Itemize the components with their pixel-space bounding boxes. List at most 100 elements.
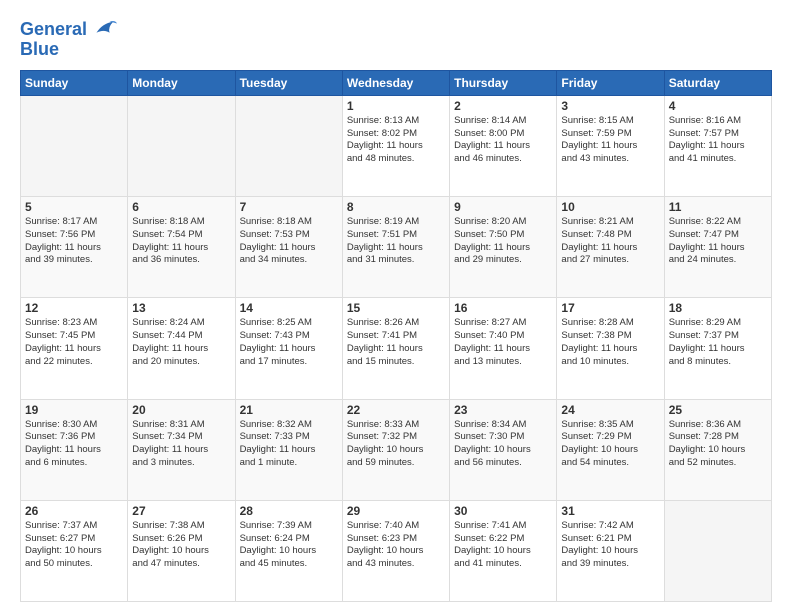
day-info: Sunrise: 8:27 AM Sunset: 7:40 PM Dayligh… xyxy=(454,317,552,368)
day-number: 28 xyxy=(240,504,338,518)
day-cell: 10 Sunrise: 8:21 AM Sunset: 7:48 PM Dayli… xyxy=(557,197,664,298)
day-cell: 7 Sunrise: 8:18 AM Sunset: 7:53 PM Daylig… xyxy=(235,197,342,298)
week-row-5: 26 Sunrise: 7:37 AM Sunset: 6:27 PM Dayli… xyxy=(21,500,772,601)
day-cell: 11 Sunrise: 8:22 AM Sunset: 7:47 PM Dayli… xyxy=(664,197,771,298)
day-cell xyxy=(128,95,235,196)
weekday-monday: Monday xyxy=(128,70,235,95)
day-number: 25 xyxy=(669,403,767,417)
weekday-wednesday: Wednesday xyxy=(342,70,449,95)
day-info: Sunrise: 7:40 AM Sunset: 6:23 PM Dayligh… xyxy=(347,520,445,571)
day-info: Sunrise: 8:21 AM Sunset: 7:48 PM Dayligh… xyxy=(561,216,659,267)
day-info: Sunrise: 8:18 AM Sunset: 7:54 PM Dayligh… xyxy=(132,216,230,267)
day-cell: 18 Sunrise: 8:29 AM Sunset: 7:37 PM Dayli… xyxy=(664,298,771,399)
day-info: Sunrise: 8:35 AM Sunset: 7:29 PM Dayligh… xyxy=(561,419,659,470)
day-cell: 31 Sunrise: 7:42 AM Sunset: 6:21 PM Dayli… xyxy=(557,500,664,601)
day-cell: 2Sunrise: 8:14 AM Sunset: 8:00 PM Daylig… xyxy=(450,95,557,196)
day-cell: 4 Sunrise: 8:16 AM Sunset: 7:57 PM Daylig… xyxy=(664,95,771,196)
day-info: Sunrise: 8:26 AM Sunset: 7:41 PM Dayligh… xyxy=(347,317,445,368)
day-cell: 28 Sunrise: 7:39 AM Sunset: 6:24 PM Dayli… xyxy=(235,500,342,601)
day-number: 30 xyxy=(454,504,552,518)
day-info: Sunrise: 8:17 AM Sunset: 7:56 PM Dayligh… xyxy=(25,216,123,267)
day-info: Sunrise: 8:13 AM Sunset: 8:02 PM Dayligh… xyxy=(347,115,445,166)
logo-text-general: General xyxy=(20,20,87,40)
day-info: Sunrise: 8:15 AM Sunset: 7:59 PM Dayligh… xyxy=(561,115,659,166)
page: General Blue SundayMondayTuesdayWednesda… xyxy=(0,0,792,612)
day-info: Sunrise: 8:34 AM Sunset: 7:30 PM Dayligh… xyxy=(454,419,552,470)
day-info: Sunrise: 7:42 AM Sunset: 6:21 PM Dayligh… xyxy=(561,520,659,571)
day-number: 26 xyxy=(25,504,123,518)
day-info: Sunrise: 7:41 AM Sunset: 6:22 PM Dayligh… xyxy=(454,520,552,571)
day-info: Sunrise: 8:18 AM Sunset: 7:53 PM Dayligh… xyxy=(240,216,338,267)
day-cell: 16Sunrise: 8:27 AM Sunset: 7:40 PM Dayli… xyxy=(450,298,557,399)
day-cell: 26 Sunrise: 7:37 AM Sunset: 6:27 PM Dayli… xyxy=(21,500,128,601)
day-number: 10 xyxy=(561,200,659,214)
day-info: Sunrise: 8:28 AM Sunset: 7:38 PM Dayligh… xyxy=(561,317,659,368)
day-number: 31 xyxy=(561,504,659,518)
day-cell: 9 Sunrise: 8:20 AM Sunset: 7:50 PM Daylig… xyxy=(450,197,557,298)
day-number: 8 xyxy=(347,200,445,214)
day-number: 21 xyxy=(240,403,338,417)
day-cell xyxy=(21,95,128,196)
calendar-table: SundayMondayTuesdayWednesdayThursdayFrid… xyxy=(20,70,772,602)
day-number: 22 xyxy=(347,403,445,417)
day-info: Sunrise: 8:33 AM Sunset: 7:32 PM Dayligh… xyxy=(347,419,445,470)
day-cell: 5 Sunrise: 8:17 AM Sunset: 7:56 PM Daylig… xyxy=(21,197,128,298)
day-number: 13 xyxy=(132,301,230,315)
day-info: Sunrise: 8:30 AM Sunset: 7:36 PM Dayligh… xyxy=(25,419,123,470)
weekday-friday: Friday xyxy=(557,70,664,95)
day-info: Sunrise: 8:14 AM Sunset: 8:00 PM Dayligh… xyxy=(454,115,552,166)
day-cell: 6 Sunrise: 8:18 AM Sunset: 7:54 PM Daylig… xyxy=(128,197,235,298)
day-info: Sunrise: 8:23 AM Sunset: 7:45 PM Dayligh… xyxy=(25,317,123,368)
day-info: Sunrise: 8:20 AM Sunset: 7:50 PM Dayligh… xyxy=(454,216,552,267)
weekday-sunday: Sunday xyxy=(21,70,128,95)
logo-bird-icon xyxy=(89,16,117,44)
day-cell: 19 Sunrise: 8:30 AM Sunset: 7:36 PM Dayli… xyxy=(21,399,128,500)
day-info: Sunrise: 7:37 AM Sunset: 6:27 PM Dayligh… xyxy=(25,520,123,571)
day-number: 23 xyxy=(454,403,552,417)
week-row-2: 5 Sunrise: 8:17 AM Sunset: 7:56 PM Daylig… xyxy=(21,197,772,298)
day-info: Sunrise: 8:36 AM Sunset: 7:28 PM Dayligh… xyxy=(669,419,767,470)
day-number: 19 xyxy=(25,403,123,417)
logo-text-blue: Blue xyxy=(20,40,59,60)
day-number: 20 xyxy=(132,403,230,417)
day-number: 7 xyxy=(240,200,338,214)
weekday-tuesday: Tuesday xyxy=(235,70,342,95)
day-cell: 17Sunrise: 8:28 AM Sunset: 7:38 PM Dayli… xyxy=(557,298,664,399)
day-number: 24 xyxy=(561,403,659,417)
weekday-thursday: Thursday xyxy=(450,70,557,95)
weekday-header-row: SundayMondayTuesdayWednesdayThursdayFrid… xyxy=(21,70,772,95)
day-info: Sunrise: 8:32 AM Sunset: 7:33 PM Dayligh… xyxy=(240,419,338,470)
day-cell xyxy=(235,95,342,196)
day-info: Sunrise: 8:19 AM Sunset: 7:51 PM Dayligh… xyxy=(347,216,445,267)
day-number: 1 xyxy=(347,99,445,113)
week-row-3: 12 Sunrise: 8:23 AM Sunset: 7:45 PM Dayli… xyxy=(21,298,772,399)
week-row-4: 19 Sunrise: 8:30 AM Sunset: 7:36 PM Dayli… xyxy=(21,399,772,500)
day-cell: 25 Sunrise: 8:36 AM Sunset: 7:28 PM Dayli… xyxy=(664,399,771,500)
day-number: 3 xyxy=(561,99,659,113)
logo: General Blue xyxy=(20,16,117,60)
day-cell: 20Sunrise: 8:31 AM Sunset: 7:34 PM Dayli… xyxy=(128,399,235,500)
day-info: Sunrise: 8:22 AM Sunset: 7:47 PM Dayligh… xyxy=(669,216,767,267)
day-info: Sunrise: 7:39 AM Sunset: 6:24 PM Dayligh… xyxy=(240,520,338,571)
day-number: 5 xyxy=(25,200,123,214)
week-row-1: 1 Sunrise: 8:13 AM Sunset: 8:02 PM Daylig… xyxy=(21,95,772,196)
day-number: 6 xyxy=(132,200,230,214)
header: General Blue xyxy=(20,16,772,60)
day-number: 11 xyxy=(669,200,767,214)
day-info: Sunrise: 8:16 AM Sunset: 7:57 PM Dayligh… xyxy=(669,115,767,166)
day-cell: 24 Sunrise: 8:35 AM Sunset: 7:29 PM Dayli… xyxy=(557,399,664,500)
day-cell: 21 Sunrise: 8:32 AM Sunset: 7:33 PM Dayli… xyxy=(235,399,342,500)
day-number: 4 xyxy=(669,99,767,113)
day-info: Sunrise: 8:29 AM Sunset: 7:37 PM Dayligh… xyxy=(669,317,767,368)
day-info: Sunrise: 8:25 AM Sunset: 7:43 PM Dayligh… xyxy=(240,317,338,368)
day-number: 18 xyxy=(669,301,767,315)
day-number: 15 xyxy=(347,301,445,315)
day-cell: 12 Sunrise: 8:23 AM Sunset: 7:45 PM Dayli… xyxy=(21,298,128,399)
day-cell: 1 Sunrise: 8:13 AM Sunset: 8:02 PM Daylig… xyxy=(342,95,449,196)
day-number: 12 xyxy=(25,301,123,315)
day-cell: 15 Sunrise: 8:26 AM Sunset: 7:41 PM Dayli… xyxy=(342,298,449,399)
day-cell: 30 Sunrise: 7:41 AM Sunset: 6:22 PM Dayli… xyxy=(450,500,557,601)
day-cell: 27Sunrise: 7:38 AM Sunset: 6:26 PM Dayli… xyxy=(128,500,235,601)
day-cell: 14Sunrise: 8:25 AM Sunset: 7:43 PM Dayli… xyxy=(235,298,342,399)
day-number: 9 xyxy=(454,200,552,214)
